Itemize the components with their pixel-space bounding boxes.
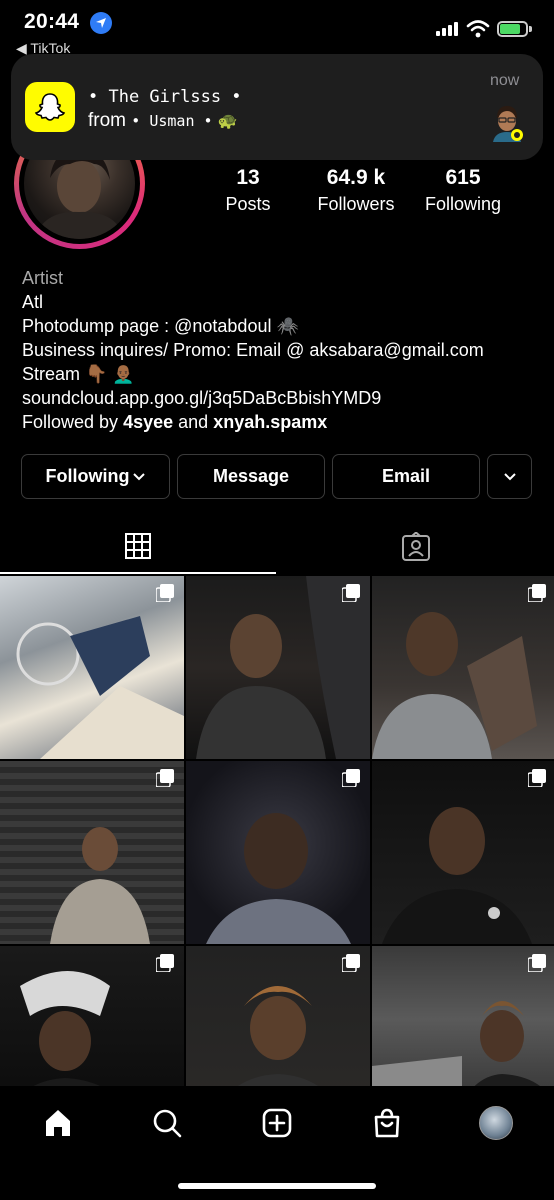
- following-label: Following: [424, 194, 502, 214]
- chevron-down-icon: [133, 472, 146, 480]
- multiple-posts-icon: [342, 954, 360, 972]
- followers-stat[interactable]: 64.9 k Followers: [306, 166, 406, 215]
- bitmoji-avatar-icon: [489, 104, 525, 142]
- message-button-label: Message: [212, 466, 290, 486]
- mutual-follower[interactable]: xnyah.spamx: [213, 412, 327, 432]
- post-thumbnail[interactable]: [372, 946, 554, 1086]
- new-post-icon[interactable]: [257, 1105, 297, 1141]
- multiple-posts-icon: [342, 584, 360, 602]
- post-thumbnail[interactable]: [0, 946, 184, 1086]
- post-thumbnail[interactable]: [372, 576, 554, 759]
- multiple-posts-icon: [528, 769, 546, 787]
- cellular-signal-icon: [436, 22, 458, 36]
- posts-count: 13: [236, 166, 260, 189]
- followed-by-and: and: [178, 412, 209, 432]
- email-button[interactable]: Email: [332, 454, 480, 499]
- home-icon[interactable]: [38, 1105, 78, 1141]
- tagged-icon: [401, 532, 430, 561]
- multiple-posts-icon: [156, 954, 174, 972]
- bio-line: Business inquires/ Promo: Email @ aksaba…: [22, 340, 484, 360]
- followed-by-prefix: Followed by: [22, 412, 119, 432]
- followers-label: Followers: [317, 194, 395, 214]
- notification-title: • The Girlsss •: [88, 87, 242, 107]
- notification-sender: • Usman •: [131, 112, 213, 130]
- notification-body: from • Usman • 🐢: [88, 110, 238, 132]
- message-button[interactable]: Message: [177, 454, 325, 499]
- tab-posts-grid[interactable]: [0, 520, 276, 574]
- multiple-posts-icon: [156, 769, 174, 787]
- following-stat[interactable]: 615 Following: [414, 166, 512, 215]
- following-button-label: Following: [45, 466, 130, 486]
- wifi-icon: [466, 20, 490, 38]
- tab-tagged[interactable]: [277, 520, 554, 574]
- bio-line: Atl: [22, 292, 44, 312]
- profile-category: Artist: [22, 268, 64, 288]
- following-count: 615: [445, 166, 481, 189]
- following-button[interactable]: Following: [21, 454, 170, 499]
- location-arrow-icon: [90, 12, 112, 34]
- post-thumbnail[interactable]: [0, 576, 184, 759]
- turtle-icon: 🐢: [217, 113, 238, 130]
- email-button-label: Email: [381, 466, 431, 486]
- status-time: 20:44: [24, 10, 80, 33]
- search-icon[interactable]: [147, 1105, 187, 1141]
- profile-tab-avatar[interactable]: [476, 1105, 516, 1141]
- posts-stat[interactable]: 13 Posts: [208, 166, 288, 215]
- battery-tip: [529, 26, 532, 32]
- snapchat-ghost-icon: [25, 82, 75, 132]
- multiple-posts-icon: [528, 954, 546, 972]
- multiple-posts-icon: [528, 584, 546, 602]
- home-indicator: [178, 1183, 376, 1189]
- chevron-down-icon: [503, 472, 516, 480]
- shop-icon[interactable]: [367, 1105, 407, 1141]
- posts-grid: [0, 576, 554, 1086]
- multiple-posts-icon: [342, 769, 360, 787]
- post-thumbnail[interactable]: [372, 761, 554, 944]
- followed-by[interactable]: Followed by 4syee and xnyah.spamx: [22, 410, 327, 434]
- mutual-follower[interactable]: 4syee: [123, 412, 173, 432]
- posts-label: Posts: [225, 194, 271, 214]
- bio-line: Photodump page : @notabdoul 🕷️: [22, 316, 299, 336]
- post-thumbnail[interactable]: [186, 946, 370, 1086]
- followers-count: 64.9 k: [326, 166, 386, 189]
- bio-line: Stream 👇🏾 👨🏾‍🦲: [22, 364, 135, 384]
- notification-banner[interactable]: [11, 54, 543, 160]
- notification-from-prefix: from: [88, 110, 126, 131]
- post-thumbnail[interactable]: [186, 761, 370, 944]
- grid-icon: [125, 533, 151, 559]
- multiple-posts-icon: [156, 584, 174, 602]
- suggested-accounts-button[interactable]: [487, 454, 532, 499]
- bio-link[interactable]: soundcloud.app.goo.gl/j3q5DaBcBbishYMD9: [22, 386, 381, 410]
- post-thumbnail[interactable]: [186, 576, 370, 759]
- post-thumbnail[interactable]: [0, 761, 184, 944]
- battery-icon: [497, 21, 528, 37]
- notification-time: now: [490, 72, 520, 89]
